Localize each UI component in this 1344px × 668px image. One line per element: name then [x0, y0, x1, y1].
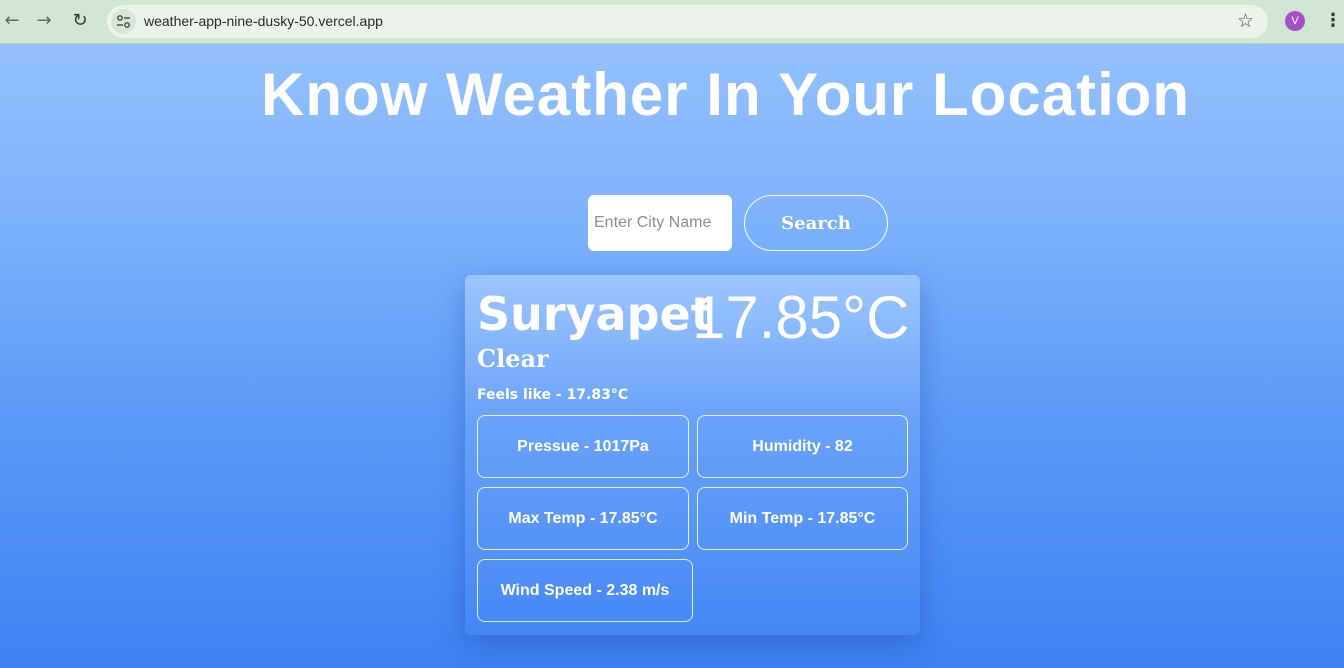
search-button[interactable]: Search [744, 195, 888, 251]
address-bar[interactable]: weather-app-nine-dusky-50.vercel.app ☆ [107, 5, 1268, 38]
site-info-icon[interactable] [111, 9, 136, 34]
url-text[interactable]: weather-app-nine-dusky-50.vercel.app [144, 13, 383, 29]
pressure-stat: Pressue - 1017Pa [477, 415, 689, 478]
max-temp-stat: Max Temp - 17.85°C [477, 487, 689, 550]
temperature-value: 17.85°C [692, 284, 910, 351]
feels-like-text: Feels like - 17.83°C [477, 387, 629, 403]
forward-arrow-icon[interactable]: → [32, 9, 56, 33]
city-name: Suryapet [477, 287, 713, 341]
reload-icon[interactable]: ↻ [68, 9, 92, 33]
wind-speed-stat: Wind Speed - 2.38 m/s [477, 559, 693, 622]
back-arrow-icon[interactable]: ← [0, 9, 24, 33]
humidity-stat: Humidity - 82 [697, 415, 908, 478]
city-search-input[interactable] [588, 195, 732, 251]
browser-toolbar: ← → ↻ weather-app-nine-dusky-50.vercel.a… [0, 0, 1344, 44]
min-temp-stat: Min Temp - 17.85°C [697, 487, 908, 550]
weather-card: Suryapet 17.85°C Clear Feels like - 17.8… [465, 275, 920, 635]
bookmark-star-icon[interactable]: ☆ [1237, 10, 1254, 32]
vertical-dots-icon[interactable]: ⋮ [1324, 10, 1342, 34]
page-title: Know Weather In Your Location [261, 61, 1191, 128]
weather-condition: Clear [477, 344, 549, 373]
profile-avatar[interactable]: V [1285, 11, 1305, 31]
